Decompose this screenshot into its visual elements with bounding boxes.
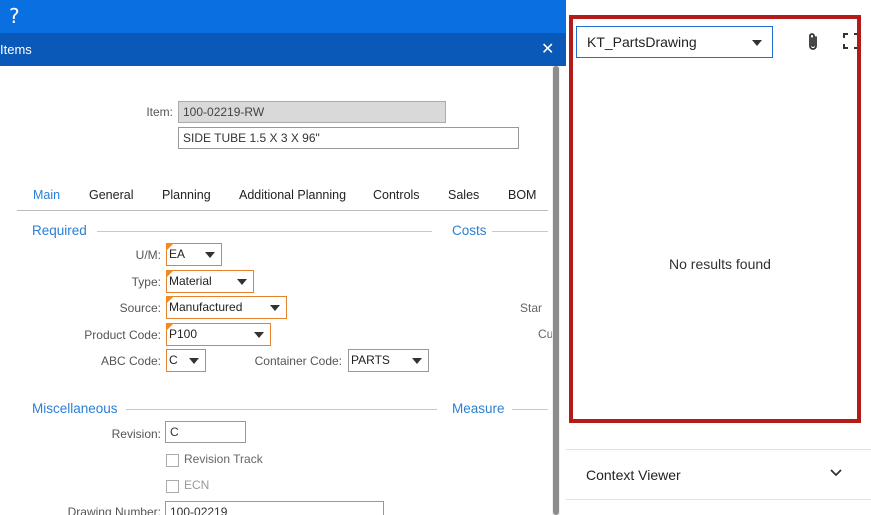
close-icon[interactable]: ✕ [541, 39, 554, 59]
chevron-down-icon [205, 252, 215, 258]
section-costs: Costs [452, 223, 487, 238]
chevron-down-icon[interactable] [828, 464, 844, 480]
source-label: Source: [119, 301, 161, 315]
section-required: Required [32, 223, 87, 238]
item-form: Item: 100-02219-RW SIDE TUBE 1.5 X 3 X 9… [0, 66, 566, 515]
section-required-rule [97, 231, 432, 232]
ecn-checkbox[interactable] [166, 480, 179, 493]
product-code-label: Product Code: [84, 328, 161, 342]
section-misc-rule [126, 409, 437, 410]
app-topbar: ? [0, 0, 566, 33]
abc-code-label: ABC Code: [100, 354, 161, 368]
abc-code-value: C [169, 353, 178, 367]
tab-sales[interactable]: Sales [448, 188, 479, 202]
ecn-label: ECN [184, 478, 210, 492]
source-value: Manufactured [169, 300, 243, 314]
item-description-field[interactable]: SIDE TUBE 1.5 X 3 X 96" [178, 127, 519, 149]
tab-bom[interactable]: BOM [508, 188, 536, 202]
chevron-down-icon [270, 305, 280, 311]
section-miscellaneous: Miscellaneous [32, 401, 118, 416]
revision-track-checkbox[interactable] [166, 454, 179, 467]
form-scrollbar[interactable] [552, 66, 560, 515]
product-code-select[interactable]: P100 [166, 323, 271, 346]
form-title: Items [0, 42, 32, 57]
drawing-number-label: Drawing Number: [67, 505, 161, 515]
revision-track-label: Revision Track [184, 452, 263, 466]
um-value: EA [169, 247, 186, 261]
type-select[interactable]: Material [166, 270, 254, 293]
chevron-down-icon [412, 358, 422, 364]
tabs-divider [17, 210, 548, 211]
um-label: U/M: [135, 248, 161, 262]
um-select[interactable]: EA [166, 243, 222, 266]
chevron-down-icon [254, 332, 264, 338]
form-header: Items ✕ [0, 33, 566, 66]
revision-field[interactable]: C [165, 421, 246, 443]
chevron-down-icon [237, 279, 247, 285]
tab-controls[interactable]: Controls [373, 188, 420, 202]
product-code-value: P100 [169, 327, 198, 341]
help-icon[interactable]: ? [9, 4, 20, 28]
star-cutoff-label: Star [520, 301, 543, 315]
type-label: Type: [131, 275, 161, 289]
chevron-down-icon [189, 358, 199, 364]
container-code-select[interactable]: PARTS [348, 349, 429, 372]
abc-code-select[interactable]: C [166, 349, 206, 372]
tab-planning[interactable]: Planning [162, 188, 211, 202]
source-select[interactable]: Manufactured [166, 296, 287, 319]
section-costs-rule [492, 231, 548, 232]
drawing-number-field[interactable]: 100-02219 [165, 501, 384, 515]
scrollbar-thumb[interactable] [553, 66, 559, 515]
tab-general[interactable]: General [89, 188, 133, 202]
context-viewer-row[interactable]: Context Viewer [566, 450, 871, 500]
container-code-value: PARTS [351, 353, 390, 367]
context-viewer-label: Context Viewer [586, 467, 681, 483]
highlight-box [569, 15, 861, 423]
section-measure-rule [512, 409, 548, 410]
type-value: Material [169, 274, 212, 288]
item-label: Item: [146, 105, 173, 119]
item-id-field: 100-02219-RW [178, 101, 446, 123]
section-measure: Measure [452, 401, 505, 416]
container-code-label: Container Code: [254, 354, 342, 368]
tab-additional-planning[interactable]: Additional Planning [239, 188, 346, 202]
revision-label: Revision: [111, 427, 161, 441]
tab-main[interactable]: Main [33, 188, 60, 202]
